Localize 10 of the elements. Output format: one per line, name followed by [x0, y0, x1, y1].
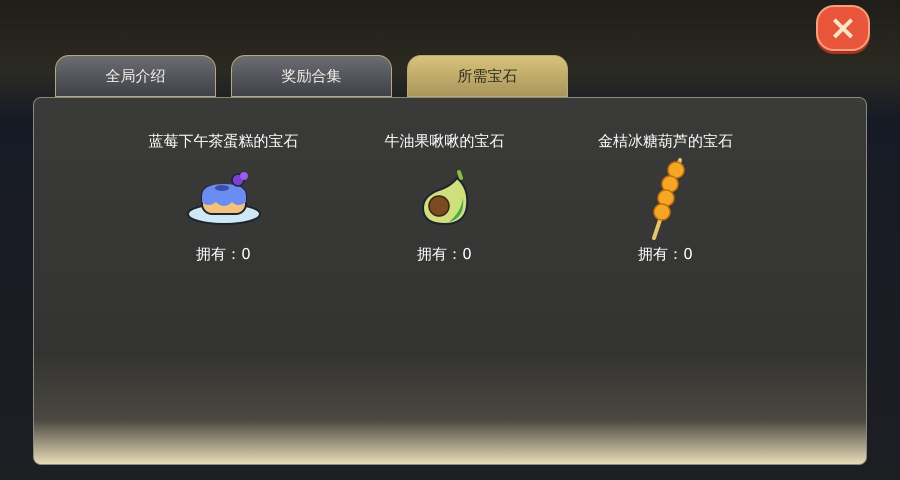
gem-name: 金桔冰糖葫芦的宝石 — [598, 131, 733, 152]
tab[interactable]: 奖励合集 — [231, 55, 392, 97]
owned-count: 拥有：0 — [638, 244, 693, 264]
owned-count: 拥有：0 — [196, 244, 251, 264]
cake-icon — [186, 170, 262, 226]
tab[interactable]: 全局介绍 — [55, 55, 216, 97]
gem-name: 蓝莓下午茶蛋糕的宝石 — [148, 131, 298, 152]
owned-count: 拥有：0 — [417, 244, 472, 264]
tab[interactable]: 所需宝石 — [407, 55, 568, 97]
gem-name: 牛油果啾啾的宝石 — [384, 131, 504, 152]
